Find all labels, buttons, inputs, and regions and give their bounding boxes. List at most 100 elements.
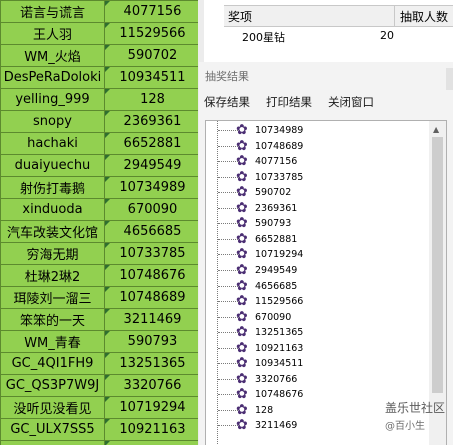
sheet-row[interactable]: 笨笨的一天 3211469: [0, 308, 198, 331]
sheet-cell-value[interactable]: 10734989: [104, 176, 198, 199]
sheet-row[interactable]: GC_4QI1FH9 13251365: [0, 352, 198, 375]
sheet-cell-name[interactable]: 珥陵刘一溜三: [0, 286, 105, 309]
sheet-cell-value[interactable]: 3320766: [104, 374, 198, 397]
arrow-up-icon[interactable]: ▲: [433, 125, 439, 134]
sheet-cell-name[interactable]: snopy: [0, 110, 105, 133]
sheet-cell-name[interactable]: GC_QS3P7W9J: [0, 374, 105, 397]
sheet-cell-value[interactable]: 10733785: [104, 242, 198, 265]
sheet-cell-name[interactable]: 穷海无期: [0, 242, 105, 265]
flower-icon: ✿: [236, 137, 248, 154]
sheet-row[interactable]: 穷海无期 10733785: [0, 242, 198, 265]
sheet-cell-value[interactable]: 4077156: [104, 0, 198, 23]
sheet-cell-name[interactable]: 射伤打毒鹅: [0, 176, 105, 199]
sheet-row[interactable]: snopy 2369361: [0, 110, 198, 133]
result-item[interactable]: ✿ 3320766: [206, 370, 426, 387]
result-item[interactable]: ✿ 10921163: [206, 340, 426, 356]
sheet-cell-value[interactable]: 670090: [104, 198, 198, 221]
sheet-row[interactable]: 珥陵刘一溜三 10748689: [0, 286, 198, 309]
result-item[interactable]: ✿ 4077156: [206, 154, 426, 169]
sheet-row[interactable]: 杜琳2琳2 10748676: [0, 264, 198, 287]
save-results-menu[interactable]: 保存结果: [204, 94, 250, 110]
result-item[interactable]: ✿ 10748689: [206, 137, 426, 154]
sheet-cell-value[interactable]: 2369361: [104, 110, 198, 133]
sheet-cell-value[interactable]: 10719294: [104, 396, 198, 419]
column-separator[interactable]: [394, 6, 395, 26]
result-item[interactable]: ✿ 11529566: [206, 294, 426, 309]
sheet-cell-name[interactable]: WM_火焰: [0, 44, 105, 67]
sheet-row[interactable]: WM_青春 590793: [0, 330, 198, 353]
sheet-cell-name[interactable]: 笨笨的一天: [0, 308, 105, 331]
prize-count: 20: [380, 29, 394, 42]
sheet-cell-name[interactable]: GC_ULX7SS5: [0, 418, 105, 441]
vertical-scrollbar[interactable]: ▲: [429, 121, 446, 445]
sheet-row[interactable]: 射伤打毒鹅 10734989: [0, 176, 198, 199]
sheet-row[interactable]: 诺言与谎言 4077156: [0, 0, 198, 23]
count-column-header[interactable]: 抽取人数: [400, 8, 448, 25]
result-item[interactable]: ✿ 590793: [206, 216, 426, 231]
sheet-cell-value[interactable]: 590793: [104, 330, 198, 353]
prize-column-header[interactable]: 奖项: [228, 8, 252, 25]
sheet-row[interactable]: hachaki 6652881: [0, 132, 198, 155]
sheet-cell-value[interactable]: 6652881: [104, 132, 198, 155]
result-id: 590793: [255, 218, 292, 230]
sheet-cell-value[interactable]: [104, 440, 198, 445]
result-item[interactable]: ✿ 2949549: [206, 262, 426, 278]
result-item[interactable]: ✿ 13251365: [206, 325, 426, 340]
sheet-cell-name[interactable]: yelling_999: [0, 88, 105, 111]
result-id: 10748676: [255, 389, 304, 401]
result-item[interactable]: ✿ 10734989: [206, 123, 426, 138]
sheet-cell-name[interactable]: duaiyuechu: [0, 154, 105, 177]
result-item[interactable]: ✿ 590702: [206, 185, 426, 200]
result-item[interactable]: ✿ 10719294: [206, 247, 426, 262]
sheet-cell-name[interactable]: 杜琳2琳2: [0, 264, 105, 287]
result-item[interactable]: ✿ 4656685: [206, 278, 426, 294]
sheet-cell-name[interactable]: 诺言与谎言: [0, 0, 105, 23]
close-window-menu[interactable]: 关闭窗口: [328, 94, 374, 110]
sheet-row[interactable]: duaiyuechu 2949549: [0, 154, 198, 177]
sheet-cell-value[interactable]: 10934511: [104, 66, 198, 89]
sheet-row[interactable]: DesPeRaDoloki 10934511: [0, 66, 198, 89]
result-id: 670090: [255, 311, 292, 323]
flower-icon: ✿: [236, 153, 248, 170]
sheet-cell-name[interactable]: DesPeRaDoloki: [0, 66, 105, 89]
result-item[interactable]: ✿ 670090: [206, 309, 426, 325]
sheet-row[interactable]: 王人羽 11529566: [0, 22, 198, 45]
sheet-cell-name[interactable]: GC_4QI1FH9: [0, 352, 105, 375]
sheet-row[interactable]: [0, 440, 198, 445]
print-results-menu[interactable]: 打印结果: [266, 94, 312, 110]
result-item[interactable]: ✿ 10733785: [206, 169, 426, 185]
watermark: 盖乐世社区 @百小生: [385, 399, 445, 432]
sheet-row[interactable]: GC_ULX7SS5 10921163: [0, 418, 198, 441]
sheet-cell-name[interactable]: xinduoda: [0, 198, 105, 221]
sheet-cell-value[interactable]: 4656685: [104, 220, 198, 243]
sheet-cell-value[interactable]: 11529566: [104, 22, 198, 45]
sheet-cell-name[interactable]: 王人羽: [0, 22, 105, 45]
results-tree[interactable]: ✿ 10734989 ✿ 10748689 ✿ 4077156 ✿ 10733785 ✿ 5907…: [205, 120, 447, 445]
scrollbar-thumb[interactable]: [432, 137, 443, 393]
sheet-cell-value[interactable]: 10921163: [104, 418, 198, 441]
result-item[interactable]: ✿ 10934511: [206, 356, 426, 371]
sheet-cell-value[interactable]: 10748689: [104, 286, 198, 309]
sheet-cell-name[interactable]: 没听见没看见: [0, 396, 105, 419]
sheet-cell-value[interactable]: 3211469: [104, 308, 198, 331]
sheet-row[interactable]: GC_QS3P7W9J 3320766: [0, 374, 198, 397]
sheet-row[interactable]: 没听见没看见 10719294: [0, 396, 198, 419]
result-id: 2949549: [255, 264, 298, 276]
sheet-cell-value[interactable]: 2949549: [104, 154, 198, 177]
sheet-cell-name[interactable]: hachaki: [0, 132, 105, 155]
sheet-row[interactable]: WM_火焰 590702: [0, 44, 198, 67]
flower-icon: ✿: [236, 370, 248, 387]
result-item[interactable]: ✿ 2369361: [206, 200, 426, 216]
result-id: 13251365: [255, 327, 304, 339]
sheet-row[interactable]: xinduoda 670090: [0, 198, 198, 221]
result-item[interactable]: ✿ 6652881: [206, 231, 426, 247]
sheet-cell-value[interactable]: 590702: [104, 44, 198, 67]
sheet-row[interactable]: 汽车改装文化馆 4656685: [0, 220, 198, 243]
sheet-cell-name[interactable]: WM_青春: [0, 330, 105, 353]
sheet-cell-name[interactable]: [0, 440, 105, 445]
sheet-row[interactable]: yelling_999 128: [0, 88, 198, 111]
sheet-cell-value[interactable]: 13251365: [104, 352, 198, 375]
sheet-cell-value[interactable]: 128: [104, 88, 198, 111]
sheet-cell-value[interactable]: 10748676: [104, 264, 198, 287]
sheet-cell-name[interactable]: 汽车改装文化馆: [0, 220, 105, 243]
